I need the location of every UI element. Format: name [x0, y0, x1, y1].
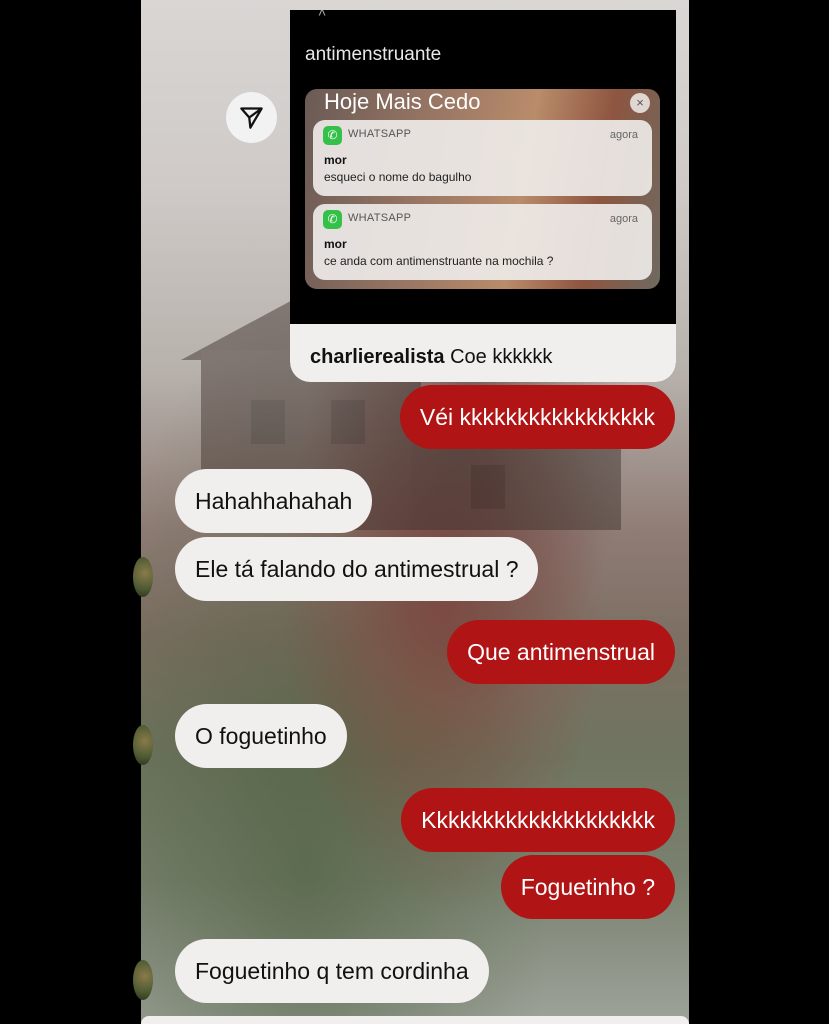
- notification-app-name: WHATSAPP: [348, 128, 412, 140]
- share-button[interactable]: [226, 92, 277, 143]
- notification-message: esqueci o nome do bagulho: [324, 170, 472, 184]
- message-bubble-incoming[interactable]: Ele tá falando do antimestrual ?: [175, 537, 539, 601]
- story-title: antimenstruante: [305, 44, 442, 65]
- contact-avatar[interactable]: [133, 557, 153, 597]
- notification-message: ce anda com antimenstruante na mochila ?: [324, 254, 554, 268]
- notification-screenshot: Hoje Mais Cedo × ✆ WHATSAPP agora mor es…: [305, 89, 660, 289]
- notification-sender: mor: [324, 153, 347, 167]
- story-reply-card[interactable]: ˄ antimenstruante Hoje Mais Cedo × ✆ WHA…: [290, 10, 676, 382]
- story-indicator-icon: ˄: [318, 10, 327, 20]
- story-reply-footer: charlierealista Coe kkkkkk: [290, 324, 676, 382]
- message-bubble-incoming[interactable]: O foguetinho: [175, 704, 347, 768]
- message-bubble-incoming[interactable]: Hahahhahahah: [175, 469, 373, 533]
- notification-time: agora: [609, 213, 638, 225]
- contact-avatar[interactable]: [133, 960, 153, 1000]
- story-reply-text: Coe kkkkkk: [450, 346, 553, 368]
- notification-sender: mor: [324, 237, 347, 251]
- paper-plane-icon: [240, 107, 263, 129]
- notifications-header: Hoje Mais Cedo: [324, 89, 481, 114]
- story-reply-username[interactable]: charlierealista: [310, 346, 445, 368]
- notification-item: ✆ WHATSAPP agora mor esqueci o nome do b…: [313, 120, 652, 196]
- message-bubble-outgoing[interactable]: Que antimenstrual: [447, 620, 675, 684]
- contact-avatar[interactable]: [133, 725, 153, 765]
- message-bubble-outgoing[interactable]: Véi kkkkkkkkkkkkkkkkk: [399, 385, 675, 449]
- close-icon: ×: [630, 93, 650, 113]
- notification-item: ✆ WHATSAPP agora mor ce anda com antimen…: [313, 204, 652, 280]
- whatsapp-icon: ✆: [323, 126, 342, 145]
- notification-app-name: WHATSAPP: [348, 212, 412, 224]
- message-bubble-outgoing[interactable]: Foguetinho ?: [500, 855, 675, 919]
- message-bubble-outgoing[interactable]: Kkkkkkkkkkkkkkkkkkkk: [401, 788, 675, 852]
- notification-time: agora: [609, 129, 638, 141]
- whatsapp-icon: ✆: [323, 210, 342, 229]
- next-message-bubble-edge: [141, 1016, 689, 1024]
- message-bubble-incoming[interactable]: Foguetinho q tem cordinha: [175, 939, 489, 1003]
